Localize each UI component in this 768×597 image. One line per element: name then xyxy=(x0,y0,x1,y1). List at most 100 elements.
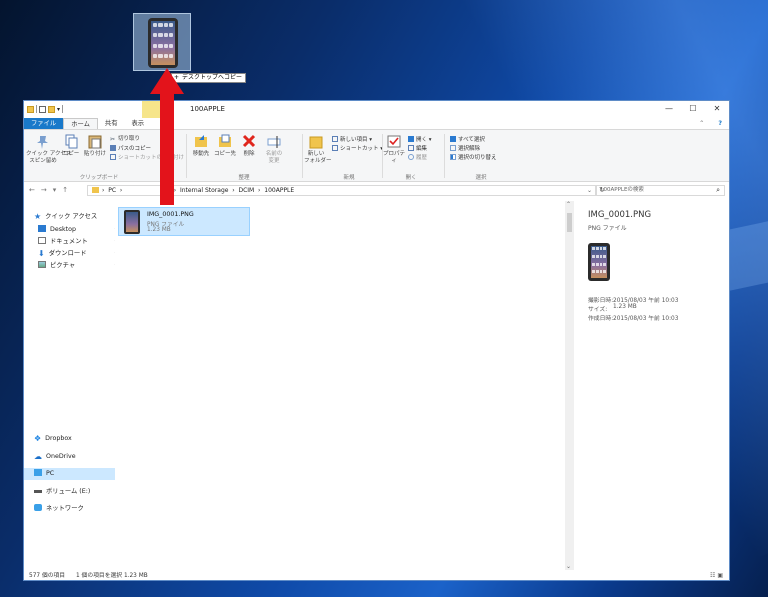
close-button[interactable]: ✕ xyxy=(705,103,729,115)
tab-view[interactable]: 表示 xyxy=(124,118,151,129)
cut-button[interactable]: ✂ 切り取り xyxy=(110,136,140,143)
nav-dropbox[interactable]: ❖ Dropbox xyxy=(34,434,72,444)
help-icon[interactable]: ? xyxy=(711,118,729,129)
preview-date-taken: 撮影日時: 2015/08/03 午前 10:03 xyxy=(588,295,678,304)
item-count: 577 個の項目 xyxy=(29,573,66,579)
drag-tooltip-text: デスクトップへコピー xyxy=(182,74,243,81)
easy-access-button[interactable]: ショートカット ▾ xyxy=(332,145,383,153)
move-to-button[interactable]: 移動先 xyxy=(190,134,212,158)
copy-path-button[interactable]: パスのコピー xyxy=(110,145,151,153)
network-icon xyxy=(34,504,42,511)
nav-label: OneDrive xyxy=(46,453,76,460)
star-icon: ★ xyxy=(34,212,42,221)
new-folder-qat-icon[interactable] xyxy=(48,105,55,113)
properties-checkmark-icon xyxy=(387,134,401,149)
nav-label: Desktop xyxy=(50,226,76,233)
nav-label: ネットワーク xyxy=(46,505,84,512)
address-dropdown-icon[interactable]: ⌄ xyxy=(587,186,592,195)
preview-thumbnail xyxy=(588,243,610,281)
title-bar[interactable]: ▾ 100APPLE — ☐ ✕ xyxy=(24,101,729,118)
nav-item-documents[interactable]: ドキュメント✦ xyxy=(38,237,119,247)
tab-share[interactable]: 共有 xyxy=(98,118,125,129)
paste-icon xyxy=(88,134,102,149)
nav-quick-access[interactable]: ★ クイック アクセス xyxy=(34,212,97,222)
nav-pc[interactable]: PC xyxy=(24,468,115,480)
edit-icon xyxy=(408,145,414,151)
shortcut-paste-icon xyxy=(110,154,116,160)
ribbon-separator xyxy=(444,134,445,178)
computer-icon xyxy=(34,469,42,476)
scroll-up-icon[interactable]: ⌃ xyxy=(566,201,571,208)
history-button[interactable]: 履歴 xyxy=(408,154,427,162)
select-all-button[interactable]: すべて選択 xyxy=(450,136,485,144)
properties-label: プロパティ xyxy=(382,151,405,164)
file-explorer-window: ▾ 100APPLE — ☐ ✕ ファイル ホーム 共有 表示 ⌃ ? クイック… xyxy=(23,100,730,581)
copy-button[interactable]: コピー xyxy=(62,134,80,158)
navigation-buttons: ← → ▾ ↑ xyxy=(29,186,68,194)
edit-button[interactable]: 編集 xyxy=(408,145,427,153)
nav-onedrive[interactable]: ☁ OneDrive xyxy=(34,452,76,462)
preview-file-type: PNG ファイル xyxy=(588,225,627,232)
organize-group-label: 整理 xyxy=(238,175,250,181)
properties-button[interactable]: プロパティ xyxy=(382,134,406,165)
tab-spacer xyxy=(151,118,692,129)
nav-network[interactable]: ネットワーク xyxy=(34,504,84,514)
select-group-label: 選択 xyxy=(475,175,487,181)
preview-value: 1.23 MB xyxy=(613,304,637,310)
quick-access-toolbar: ▾ xyxy=(27,105,64,113)
file-size: 1.23 MB xyxy=(147,227,171,233)
search-input[interactable]: 100APPLEの検索 ⌕ xyxy=(595,185,725,196)
open-button[interactable]: 開く ▾ xyxy=(408,136,432,144)
scrollbar-thumb[interactable] xyxy=(567,213,572,232)
invert-selection-icon xyxy=(450,154,456,160)
back-arrow-icon[interactable]: ← xyxy=(29,186,35,194)
up-arrow-icon[interactable]: ↑ xyxy=(62,186,68,194)
preview-file-name: IMG_0001.PNG xyxy=(588,210,652,220)
document-icon xyxy=(38,237,46,244)
forward-arrow-icon[interactable]: → xyxy=(41,186,47,194)
nav-item-desktop[interactable]: Desktop✦ xyxy=(38,225,119,235)
copy-to-label: コピー先 xyxy=(214,151,237,157)
qat-dropdown-icon[interactable]: ▾ xyxy=(57,106,60,113)
nav-label: ダウンロード xyxy=(48,250,87,257)
rename-icon xyxy=(267,134,281,149)
rename-label: 名前の 変更 xyxy=(265,151,283,164)
nav-item-pictures[interactable]: ピクチャ✦ xyxy=(38,261,119,271)
new-folder-button[interactable]: 新しい フォルダー xyxy=(304,134,332,165)
tab-file[interactable]: ファイル xyxy=(24,118,64,129)
select-all-icon xyxy=(450,136,456,142)
select-group: すべて選択 選択解除 選択の切り替え 選択 xyxy=(446,132,516,181)
vertical-scrollbar[interactable]: ⌃ ⌄ xyxy=(565,201,574,570)
file-item-selected[interactable]: IMG_0001.PNG PNG ファイル 1.23 MB xyxy=(118,207,250,236)
history-icon xyxy=(408,154,414,160)
ribbon-separator xyxy=(186,134,187,178)
phone-thumbnail xyxy=(124,210,140,234)
paste-button[interactable]: 貼り付け xyxy=(84,134,106,158)
ribbon-collapse-icon[interactable]: ⌃ xyxy=(692,118,711,129)
delete-button[interactable]: 削除 xyxy=(240,134,258,158)
view-toggle-icons[interactable]: ☷ ▣ xyxy=(710,570,723,580)
new-item-button[interactable]: 新しい項目 ▾ xyxy=(332,136,372,144)
scissors-icon: ✂ xyxy=(110,136,116,143)
properties-qat-icon[interactable] xyxy=(39,105,46,113)
nav-item-downloads[interactable]: ⬇ダウンロード✦ xyxy=(38,249,119,259)
select-none-button[interactable]: 選択解除 xyxy=(450,145,480,153)
maximize-button[interactable]: ☐ xyxy=(681,103,705,115)
open-group-label: 開く xyxy=(405,175,417,181)
invert-selection-button[interactable]: 選択の切り替え xyxy=(450,154,497,162)
select-none-label: 選択解除 xyxy=(458,146,481,152)
recent-locations-icon[interactable]: ▾ xyxy=(53,186,57,194)
search-icon: ⌕ xyxy=(716,186,720,194)
scroll-down-icon[interactable]: ⌄ xyxy=(566,563,571,570)
nav-volume-e[interactable]: ボリューム (E:) xyxy=(34,487,90,497)
minimize-button[interactable]: — xyxy=(657,103,681,115)
delete-label: 削除 xyxy=(243,151,255,157)
rename-button[interactable]: 名前の 変更 xyxy=(262,134,286,165)
pin-quick-access-button[interactable]: クイック アクセス スピン留め xyxy=(26,134,71,165)
file-list: IMG_0001.PNG PNG ファイル 1.23 MB xyxy=(115,198,571,570)
copy-to-button[interactable]: コピー先 xyxy=(214,134,236,158)
tab-home[interactable]: ホーム xyxy=(63,118,98,129)
nav-label: ドキュメント xyxy=(50,238,88,245)
preview-size: サイズ: 1.23 MB xyxy=(588,304,637,313)
nav-label: ボリューム (E:) xyxy=(46,488,91,495)
